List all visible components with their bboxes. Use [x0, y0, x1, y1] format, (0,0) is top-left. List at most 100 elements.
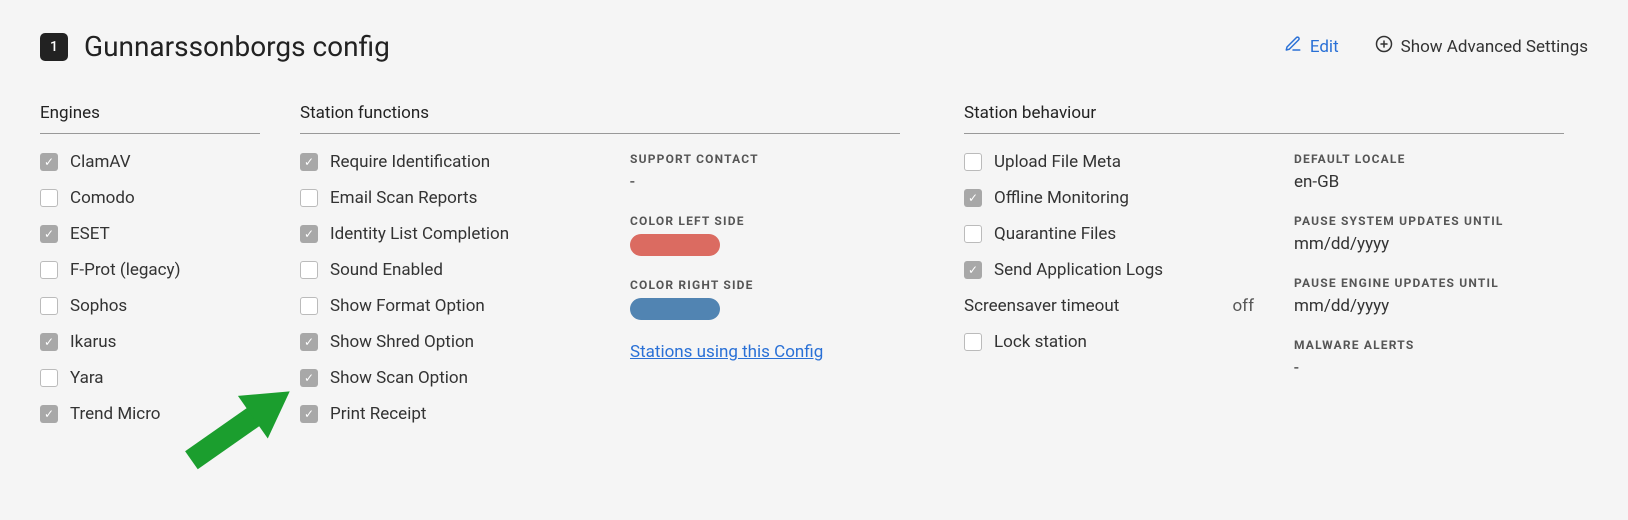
- default-locale-value: en-GB: [1294, 172, 1564, 192]
- lock-station-checkbox[interactable]: [964, 333, 982, 351]
- engine-checkbox[interactable]: [40, 153, 58, 171]
- behaviour-label: Quarantine Files: [994, 224, 1116, 244]
- function-checkbox[interactable]: [300, 369, 318, 387]
- function-row[interactable]: Require Identification: [300, 152, 590, 172]
- page-title: Gunnarssonborgs config: [84, 30, 390, 63]
- config-header: 1 Gunnarssonborgs config Edit Show Advan…: [40, 30, 1588, 63]
- engine-row[interactable]: Comodo: [40, 188, 260, 208]
- engine-row[interactable]: F-Prot (legacy): [40, 260, 260, 280]
- screensaver-label: Screensaver timeout: [964, 296, 1119, 316]
- station-behaviour-meta: DEFAULT LOCALE en-GB PAUSE SYSTEM UPDATE…: [1294, 152, 1564, 400]
- color-left-swatch[interactable]: [630, 234, 720, 256]
- engines-title: Engines: [40, 103, 260, 134]
- function-checkbox[interactable]: [300, 153, 318, 171]
- lock-station-label: Lock station: [994, 332, 1087, 352]
- function-row[interactable]: Identity List Completion: [300, 224, 590, 244]
- function-checkbox[interactable]: [300, 261, 318, 279]
- engine-label: F-Prot (legacy): [70, 260, 181, 280]
- default-locale-label: DEFAULT LOCALE: [1294, 152, 1564, 166]
- engine-row[interactable]: ESET: [40, 224, 260, 244]
- config-body: Engines ClamAV Comodo ESET F-Prot (legacy) S…: [40, 103, 1588, 440]
- function-label: Sound Enabled: [330, 260, 443, 280]
- stations-using-config-link[interactable]: Stations using this Config: [630, 342, 900, 362]
- header-right: Edit Show Advanced Settings: [1284, 35, 1588, 58]
- behaviour-checkbox[interactable]: [964, 189, 982, 207]
- station-functions-meta: SUPPORT CONTACT - COLOR LEFT SIDE COLOR …: [630, 152, 900, 440]
- support-contact-label: SUPPORT CONTACT: [630, 152, 900, 166]
- screensaver-value: off: [1232, 296, 1254, 316]
- function-label: Email Scan Reports: [330, 188, 477, 208]
- engine-label: Sophos: [70, 296, 127, 316]
- station-behaviour-title: Station behaviour: [964, 103, 1564, 134]
- function-row[interactable]: Show Format Option: [300, 296, 590, 316]
- function-row[interactable]: Sound Enabled: [300, 260, 590, 280]
- engine-row[interactable]: Ikarus: [40, 332, 260, 352]
- pause-engine-label: PAUSE ENGINE UPDATES UNTIL: [1294, 276, 1564, 290]
- station-functions-title: Station functions: [300, 103, 900, 134]
- engine-checkbox[interactable]: [40, 225, 58, 243]
- color-right-label: COLOR RIGHT SIDE: [630, 278, 900, 292]
- engine-checkbox[interactable]: [40, 261, 58, 279]
- station-behaviour-section: Station behaviour Upload File Meta Offlin…: [964, 103, 1588, 440]
- function-label: Show Shred Option: [330, 332, 474, 352]
- behaviour-label: Send Application Logs: [994, 260, 1163, 280]
- engine-row[interactable]: Trend Micro: [40, 404, 260, 424]
- behaviour-checkbox[interactable]: [964, 153, 982, 171]
- function-row[interactable]: Show Shred Option: [300, 332, 590, 352]
- behaviour-checkbox[interactable]: [964, 225, 982, 243]
- edit-label: Edit: [1310, 37, 1339, 57]
- engine-checkbox[interactable]: [40, 333, 58, 351]
- function-checkbox[interactable]: [300, 333, 318, 351]
- engine-label: Ikarus: [70, 332, 116, 352]
- pause-system-value[interactable]: mm/dd/yyyy: [1294, 234, 1564, 254]
- behaviour-row[interactable]: Quarantine Files: [964, 224, 1254, 244]
- behaviour-row[interactable]: Offline Monitoring: [964, 188, 1254, 208]
- engine-checkbox[interactable]: [40, 297, 58, 315]
- engine-checkbox[interactable]: [40, 405, 58, 423]
- plus-circle-icon: [1375, 35, 1393, 58]
- engine-label: ClamAV: [70, 152, 131, 172]
- lock-station-row[interactable]: Lock station: [964, 332, 1254, 352]
- pause-engine-value[interactable]: mm/dd/yyyy: [1294, 296, 1564, 316]
- pause-system-label: PAUSE SYSTEM UPDATES UNTIL: [1294, 214, 1564, 228]
- station-functions-section: Station functions Require Identification…: [300, 103, 924, 440]
- station-behaviour-checklist: Upload File Meta Offline Monitoring Quaran…: [964, 152, 1254, 400]
- station-functions-checklist: Require Identification Email Scan Reports…: [300, 152, 590, 440]
- behaviour-checkbox[interactable]: [964, 261, 982, 279]
- engine-checkbox[interactable]: [40, 189, 58, 207]
- engine-checkbox[interactable]: [40, 369, 58, 387]
- color-right-swatch[interactable]: [630, 298, 720, 320]
- behaviour-label: Upload File Meta: [994, 152, 1121, 172]
- malware-alerts-value: -: [1294, 358, 1564, 378]
- show-advanced-label: Show Advanced Settings: [1401, 37, 1588, 57]
- function-checkbox[interactable]: [300, 297, 318, 315]
- show-advanced-button[interactable]: Show Advanced Settings: [1375, 35, 1588, 58]
- support-contact-value: -: [630, 172, 900, 192]
- screensaver-row: Screensaver timeout off: [964, 296, 1254, 316]
- engine-row[interactable]: Sophos: [40, 296, 260, 316]
- function-row[interactable]: Email Scan Reports: [300, 188, 590, 208]
- edit-icon: [1284, 35, 1302, 58]
- header-left: 1 Gunnarssonborgs config: [40, 30, 390, 63]
- behaviour-row[interactable]: Upload File Meta: [964, 152, 1254, 172]
- function-checkbox[interactable]: [300, 189, 318, 207]
- malware-alerts-label: MALWARE ALERTS: [1294, 338, 1564, 352]
- function-label: Print Receipt: [330, 404, 426, 424]
- color-left-label: COLOR LEFT SIDE: [630, 214, 900, 228]
- engine-row[interactable]: Yara: [40, 368, 260, 388]
- config-index-badge: 1: [40, 33, 68, 61]
- function-label: Identity List Completion: [330, 224, 509, 244]
- engine-label: ESET: [70, 224, 110, 244]
- function-label: Show Format Option: [330, 296, 485, 316]
- engine-row[interactable]: ClamAV: [40, 152, 260, 172]
- function-row[interactable]: Show Scan Option: [300, 368, 590, 388]
- edit-button[interactable]: Edit: [1284, 35, 1339, 58]
- engines-list: ClamAV Comodo ESET F-Prot (legacy) Sophos Ika…: [40, 152, 260, 424]
- function-checkbox[interactable]: [300, 405, 318, 423]
- behaviour-row[interactable]: Send Application Logs: [964, 260, 1254, 280]
- function-checkbox[interactable]: [300, 225, 318, 243]
- engine-label: Yara: [70, 368, 104, 388]
- function-label: Require Identification: [330, 152, 490, 172]
- function-row[interactable]: Print Receipt: [300, 404, 590, 424]
- engine-label: Comodo: [70, 188, 135, 208]
